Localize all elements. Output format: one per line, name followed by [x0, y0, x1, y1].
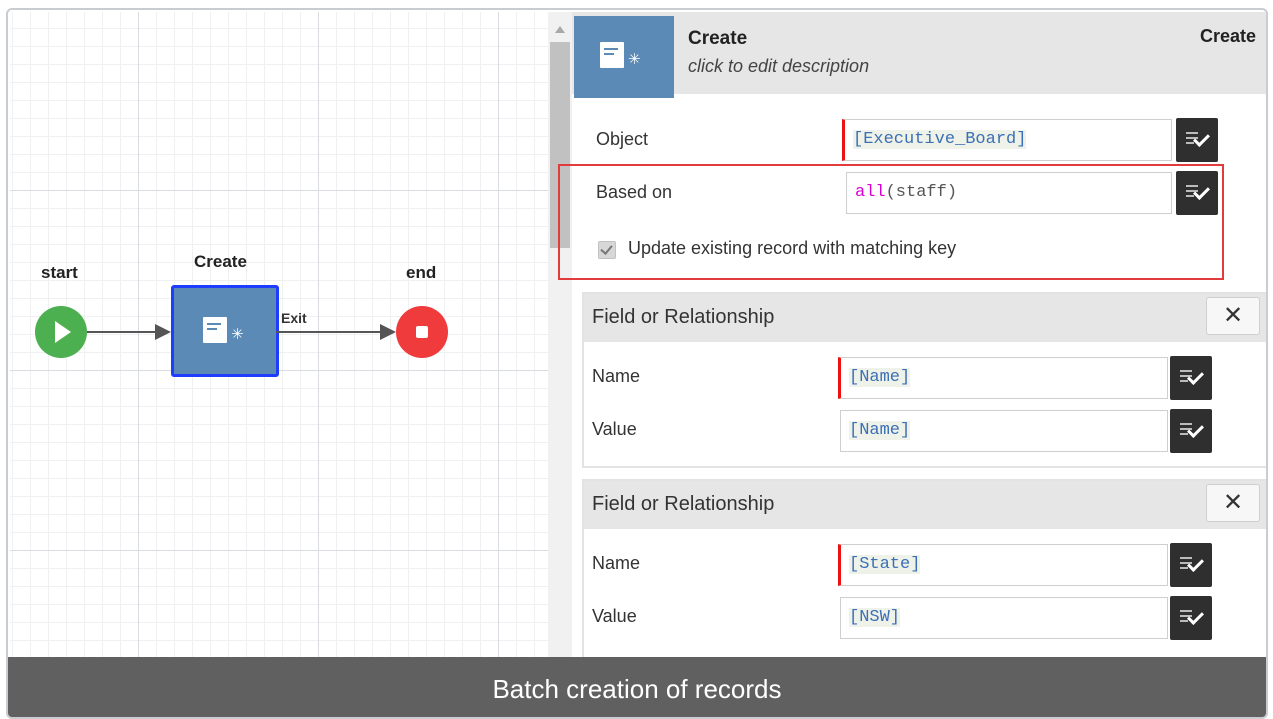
screenshot-frame: start Create end ✳ Exit ✳ Create click t…	[6, 8, 1268, 719]
name-picker-button[interactable]	[1170, 543, 1212, 587]
properties-panel: ✳ Create click to edit description Creat…	[558, 12, 1266, 679]
end-node[interactable]	[396, 306, 448, 358]
document-icon	[203, 317, 227, 343]
field-group-header: Field or Relationship ✕	[584, 481, 1266, 529]
caption-bar: Batch creation of records	[8, 657, 1266, 717]
sparkle-icon: ✳	[628, 50, 641, 68]
panel-title: Create	[688, 28, 748, 49]
create-node-label: Create	[194, 252, 247, 271]
start-node-label: start	[41, 263, 78, 282]
sparkle-icon: ✳	[231, 325, 244, 343]
exit-label: Exit	[281, 310, 307, 326]
field-group-title: Field or Relationship	[592, 493, 775, 515]
field-group-title: Field or Relationship	[592, 306, 775, 328]
name-value: [State]	[849, 555, 921, 574]
object-label: Object	[596, 129, 649, 149]
name-input[interactable]: [Name]	[838, 357, 1168, 399]
field-group: Field or Relationship ✕ Name [State] Val…	[582, 479, 1266, 679]
end-node-label: end	[406, 263, 437, 282]
based-on-picker-button[interactable]	[1176, 171, 1218, 215]
value-input[interactable]: [NSW]	[840, 597, 1168, 639]
object-value: [Executive_Board]	[853, 130, 1027, 149]
value-picker-button[interactable]	[1170, 409, 1212, 453]
name-label: Name	[592, 366, 641, 386]
based-on-argument: (staff)	[885, 183, 958, 202]
value-input[interactable]: [Name]	[840, 410, 1168, 452]
panel-header[interactable]: ✳ Create click to edit description Creat…	[572, 12, 1266, 98]
document-icon	[600, 42, 624, 68]
edit-description-link[interactable]: click to edit description	[688, 56, 869, 77]
connector-create-end	[276, 331, 382, 333]
action-type-label: Create	[1199, 26, 1256, 46]
arrow-head	[155, 324, 171, 340]
based-on-input[interactable]: all(staff)	[846, 172, 1172, 214]
field-group: Field or Relationship ✕ Name [Name] Valu…	[582, 292, 1266, 468]
value-label: Value	[592, 606, 637, 626]
create-node[interactable]: ✳	[171, 285, 279, 377]
arrow-head	[380, 324, 396, 340]
update-existing-checkbox[interactable]	[598, 241, 616, 259]
scroll-up-icon[interactable]	[555, 26, 565, 33]
object-picker-button[interactable]	[1176, 118, 1218, 162]
value-label: Value	[592, 419, 637, 439]
remove-field-button[interactable]: ✕	[1206, 484, 1260, 522]
based-on-keyword: all	[855, 183, 886, 202]
value-picker-button[interactable]	[1170, 596, 1212, 640]
value-value: [Name]	[849, 421, 911, 440]
panel-scrollbar[interactable]	[548, 12, 572, 662]
connector-start-create	[87, 331, 159, 333]
start-node[interactable]	[35, 306, 87, 358]
name-input[interactable]: [State]	[838, 544, 1168, 586]
document-sparkle-icon: ✳	[574, 16, 674, 98]
remove-field-button[interactable]: ✕	[1206, 297, 1260, 335]
field-group-header: Field or Relationship ✕	[584, 294, 1266, 342]
name-label: Name	[592, 553, 641, 573]
update-existing-label[interactable]: Update existing record with matching key	[628, 238, 956, 259]
based-on-label: Based on	[596, 182, 673, 202]
workflow-canvas[interactable]: start Create end ✳ Exit	[10, 12, 548, 662]
value-value: [NSW]	[849, 608, 901, 627]
object-input[interactable]: [Executive_Board]	[842, 119, 1172, 161]
name-value: [Name]	[849, 368, 911, 387]
name-picker-button[interactable]	[1170, 356, 1212, 400]
